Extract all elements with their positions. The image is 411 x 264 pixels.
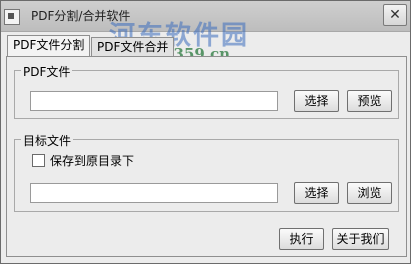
- tab-label: PDF文件合并: [97, 40, 169, 54]
- pdf-file-path-input[interactable]: [30, 91, 278, 111]
- tab-pdf-merge[interactable]: PDF文件合并: [91, 37, 175, 57]
- tab-label: PDF文件分割: [13, 38, 85, 52]
- tab-panel-split: PDF文件 选择 预览 目标文件 保存到原目录下 选择 浏览 执行 关于我们: [6, 56, 407, 257]
- target-browse-button[interactable]: 浏览: [347, 182, 392, 204]
- pdf-file-group: PDF文件 选择 预览: [14, 63, 399, 119]
- target-file-group: 目标文件 保存到原目录下 选择 浏览: [14, 132, 399, 212]
- app-icon[interactable]: [4, 9, 20, 25]
- target-select-button[interactable]: 选择: [294, 182, 339, 204]
- about-us-button[interactable]: 关于我们: [332, 228, 389, 250]
- target-file-legend: 目标文件: [21, 132, 74, 149]
- pdf-preview-button[interactable]: 预览: [347, 90, 392, 112]
- save-to-original-label[interactable]: 保存到原目录下: [50, 152, 134, 169]
- execute-button[interactable]: 执行: [279, 228, 324, 250]
- main-window: PDF分割/合并软件 ✕ 河东软件园 www.pc0359.cn PDF文件分割…: [0, 0, 411, 264]
- tab-pdf-split[interactable]: PDF文件分割: [7, 35, 91, 58]
- pdf-select-button[interactable]: 选择: [294, 90, 339, 112]
- title-bar[interactable]: PDF分割/合并软件 ✕: [1, 1, 410, 32]
- save-to-original-checkbox[interactable]: [32, 154, 45, 167]
- window-title: PDF分割/合并软件: [31, 9, 131, 23]
- close-button[interactable]: ✕: [383, 4, 407, 26]
- close-icon: ✕: [389, 7, 401, 23]
- target-path-input[interactable]: [30, 183, 278, 203]
- pdf-file-legend: PDF文件: [21, 63, 73, 80]
